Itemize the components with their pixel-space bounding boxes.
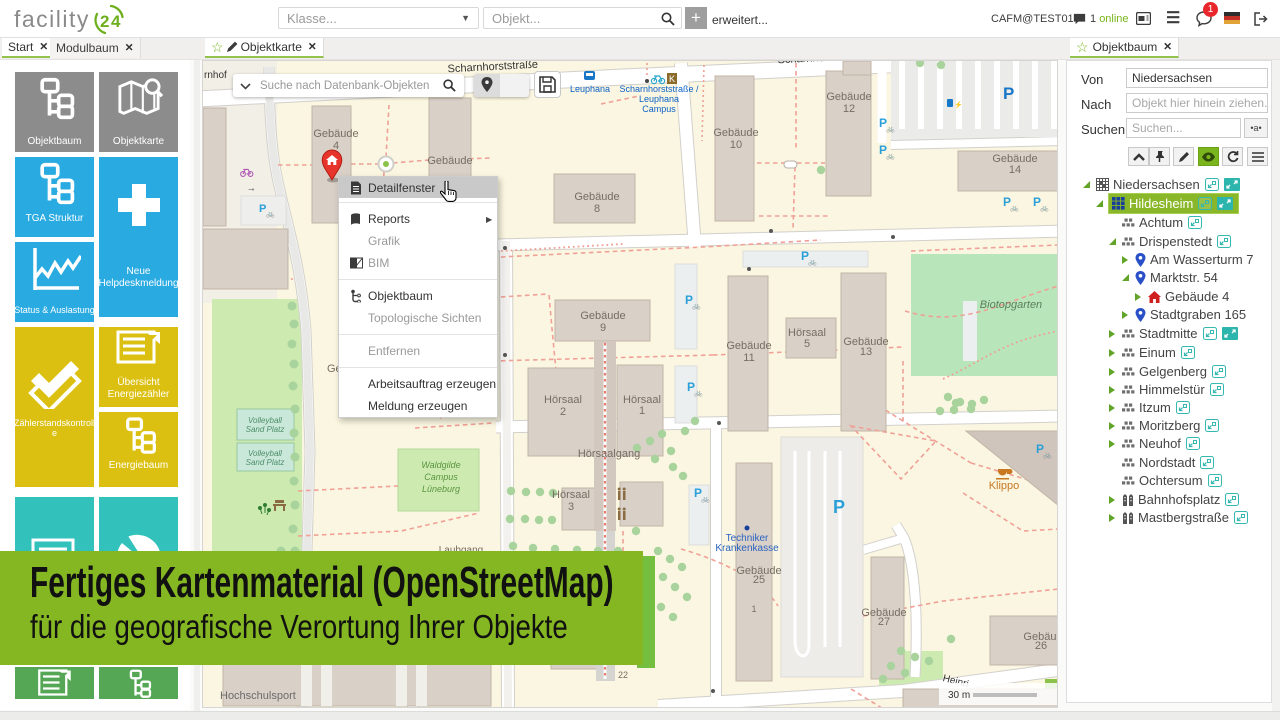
svg-text:3: 3 bbox=[568, 501, 574, 513]
svg-text:🚲: 🚲 bbox=[701, 496, 710, 503]
svg-text:🚲: 🚲 bbox=[886, 126, 895, 133]
svg-text:24: 24 bbox=[100, 12, 122, 31]
svg-text:11: 11 bbox=[743, 352, 754, 364]
svg-text:8: 8 bbox=[594, 203, 600, 215]
svg-text:30 m: 30 m bbox=[948, 690, 970, 701]
svg-text:Volleyball: Volleyball bbox=[248, 449, 282, 458]
svg-text:Gebäude: Gebäude bbox=[574, 191, 619, 203]
svg-text:Leuphana: Leuphana bbox=[639, 94, 679, 104]
svg-text:Hörsaal: Hörsaal bbox=[552, 489, 590, 501]
svg-text:Gebäude: Gebäude bbox=[726, 340, 771, 352]
svg-text:Waldgilde: Waldgilde bbox=[421, 460, 460, 470]
svg-text:K: K bbox=[669, 74, 675, 84]
svg-text:➞: ➞ bbox=[248, 185, 255, 194]
svg-text:Krankenkasse: Krankenkasse bbox=[715, 543, 779, 554]
svg-text:Hörsaal: Hörsaal bbox=[544, 394, 582, 406]
svg-text:Gebäude: Gebäude bbox=[826, 91, 871, 103]
svg-text:1: 1 bbox=[751, 604, 756, 614]
svg-text:Scharnhorststraße /: Scharnhorststraße / bbox=[619, 84, 699, 94]
svg-text:13: 13 bbox=[860, 346, 872, 358]
svg-text:Klippo: Klippo bbox=[989, 480, 1020, 492]
svg-text:Sand Platz: Sand Platz bbox=[246, 425, 285, 434]
svg-text:Campus: Campus bbox=[642, 104, 676, 114]
svg-text:P: P bbox=[833, 497, 845, 517]
svg-text:25: 25 bbox=[753, 574, 765, 586]
svg-text:Hörsaalgang: Hörsaalgang bbox=[578, 448, 640, 460]
svg-text:🚲: 🚲 bbox=[886, 153, 895, 160]
svg-text:🚲: 🚲 bbox=[1043, 452, 1052, 459]
svg-text:🚲: 🚲 bbox=[1010, 205, 1019, 212]
svg-text:12: 12 bbox=[843, 103, 855, 115]
svg-text:⚡: ⚡ bbox=[954, 100, 963, 109]
svg-text:Volleyball: Volleyball bbox=[248, 416, 282, 425]
svg-text:Lüneburg: Lüneburg bbox=[422, 484, 460, 494]
svg-text:Sand Platz: Sand Platz bbox=[246, 458, 285, 467]
svg-text:Campus: Campus bbox=[424, 472, 458, 482]
svg-text:Gebäude: Gebäude bbox=[313, 128, 358, 140]
svg-text:Gebäude: Gebäude bbox=[427, 155, 472, 167]
svg-text:9: 9 bbox=[600, 322, 606, 334]
svg-text:🚲: 🚲 bbox=[1040, 205, 1049, 212]
svg-text:26: 26 bbox=[1035, 640, 1047, 652]
svg-text:Leuphana: Leuphana bbox=[570, 84, 610, 94]
svg-text:Biotopgarten: Biotopgarten bbox=[980, 299, 1042, 311]
svg-text:22: 22 bbox=[618, 670, 628, 680]
svg-text:🚲: 🚲 bbox=[692, 303, 701, 310]
svg-text:Gebäude: Gebäude bbox=[580, 310, 625, 322]
svg-text:P: P bbox=[1003, 84, 1014, 103]
svg-text:🚲: 🚲 bbox=[808, 259, 817, 266]
svg-text:1: 1 bbox=[639, 405, 645, 417]
svg-text:27: 27 bbox=[878, 616, 890, 628]
svg-text:5: 5 bbox=[804, 338, 810, 350]
svg-text:🚲: 🚲 bbox=[266, 211, 275, 218]
svg-text:14: 14 bbox=[1009, 164, 1021, 176]
svg-text:Gebäude: Gebäude bbox=[713, 127, 758, 139]
svg-text:10: 10 bbox=[730, 139, 742, 151]
svg-text:2: 2 bbox=[560, 406, 566, 418]
svg-text:🚲: 🚲 bbox=[694, 390, 703, 397]
svg-text:Hochschulsport: Hochschulsport bbox=[220, 690, 296, 702]
svg-text:rnhof: rnhof bbox=[204, 70, 227, 81]
